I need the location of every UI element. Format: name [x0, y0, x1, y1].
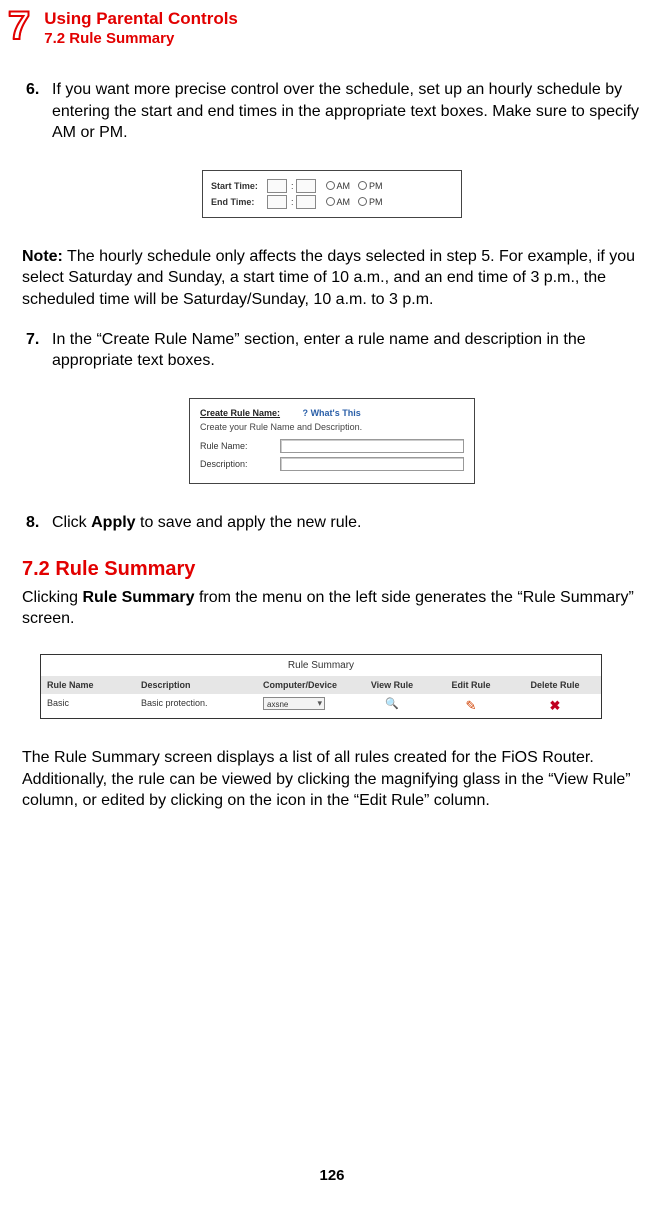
col-rule-name: Rule Name	[41, 676, 135, 694]
table-row: Basic Basic protection. axsne 🔍 ✎ ✖	[41, 694, 601, 718]
step8-post: to save and apply the new rule.	[136, 514, 362, 531]
time-colon: :	[291, 180, 294, 192]
note-text: The hourly schedule only affects the day…	[22, 248, 635, 308]
step-number: 6.	[26, 79, 52, 144]
note-block: Note: The hourly schedule only affects t…	[22, 246, 642, 311]
delete-icon[interactable]: ✖	[550, 698, 561, 713]
section-heading-7-2: 7.2 Rule Summary	[22, 556, 642, 583]
end-pm-radio[interactable]	[358, 197, 367, 206]
rule-summary-title: Rule Summary	[41, 655, 601, 677]
rule-desc-label: Description:	[200, 458, 280, 470]
pm-label: PM	[369, 180, 383, 192]
whats-this-text: What's This	[311, 408, 361, 418]
create-rule-subtext: Create your Rule Name and Description.	[200, 421, 464, 433]
rule-name-label: Rule Name:	[200, 440, 280, 452]
intro-pre: Clicking	[22, 589, 82, 606]
page-number: 126	[0, 1166, 664, 1186]
step-7: 7. In the “Create Rule Name” section, en…	[22, 329, 642, 372]
rule-desc-input[interactable]	[280, 457, 464, 471]
pm-label: PM	[369, 196, 383, 208]
create-rule-title: Create Rule Name:	[200, 407, 280, 419]
am-label: AM	[337, 196, 351, 208]
outro-paragraph: The Rule Summary screen displays a list …	[22, 747, 642, 812]
end-min-input[interactable]	[296, 195, 316, 209]
section-intro: Clicking Rule Summary from the menu on t…	[22, 587, 642, 630]
figure-rule-summary: Rule Summary Rule Name Description Compu…	[40, 654, 602, 719]
header-subtitle: 7.2 Rule Summary	[44, 29, 238, 49]
rule-name-input[interactable]	[280, 439, 464, 453]
apply-word: Apply	[91, 514, 135, 531]
figure-schedule-times: Start Time: : AM PM End Time: : AM	[202, 170, 462, 218]
start-hour-input[interactable]	[267, 179, 287, 193]
intro-bold: Rule Summary	[82, 589, 194, 606]
col-view-rule: View Rule	[351, 676, 433, 694]
table-header-row: Rule Name Description Computer/Device Vi…	[41, 676, 601, 694]
step-8: 8. Click Apply to save and apply the new…	[22, 512, 642, 534]
chapter-number: 7	[8, 8, 30, 44]
cell-device: axsne	[257, 694, 351, 718]
page-header: 7 Using Parental Controls 7.2 Rule Summa…	[0, 0, 664, 49]
am-label: AM	[337, 180, 351, 192]
step-6: 6. If you want more precise control over…	[22, 79, 642, 144]
end-am-radio[interactable]	[326, 197, 335, 206]
figure-create-rule-name: Create Rule Name: ? What's This Create y…	[189, 398, 475, 484]
device-value: axsne	[264, 700, 288, 709]
step-number: 8.	[26, 512, 52, 534]
device-dropdown[interactable]: axsne	[263, 697, 325, 710]
start-time-label: Start Time:	[211, 180, 267, 192]
whats-this-link[interactable]: ? What's This	[303, 408, 361, 418]
magnifier-icon[interactable]: 🔍	[385, 698, 399, 710]
cell-description: Basic protection.	[135, 694, 257, 718]
note-label: Note:	[22, 248, 63, 265]
col-delete-rule: Delete Rule	[509, 676, 601, 694]
col-device: Computer/Device	[257, 676, 351, 694]
header-title: Using Parental Controls	[44, 10, 238, 29]
step-body: In the “Create Rule Name” section, enter…	[52, 329, 642, 372]
end-hour-input[interactable]	[267, 195, 287, 209]
start-min-input[interactable]	[296, 179, 316, 193]
col-description: Description	[135, 676, 257, 694]
start-am-radio[interactable]	[326, 181, 335, 190]
cell-rule-name: Basic	[41, 694, 135, 718]
time-colon: :	[291, 196, 294, 208]
edit-icon[interactable]: ✎	[466, 698, 477, 713]
end-time-label: End Time:	[211, 196, 267, 208]
step-body: If you want more precise control over th…	[52, 79, 642, 144]
step-body: Click Apply to save and apply the new ru…	[52, 512, 642, 534]
step-number: 7.	[26, 329, 52, 372]
start-pm-radio[interactable]	[358, 181, 367, 190]
step8-pre: Click	[52, 514, 91, 531]
col-edit-rule: Edit Rule	[433, 676, 509, 694]
